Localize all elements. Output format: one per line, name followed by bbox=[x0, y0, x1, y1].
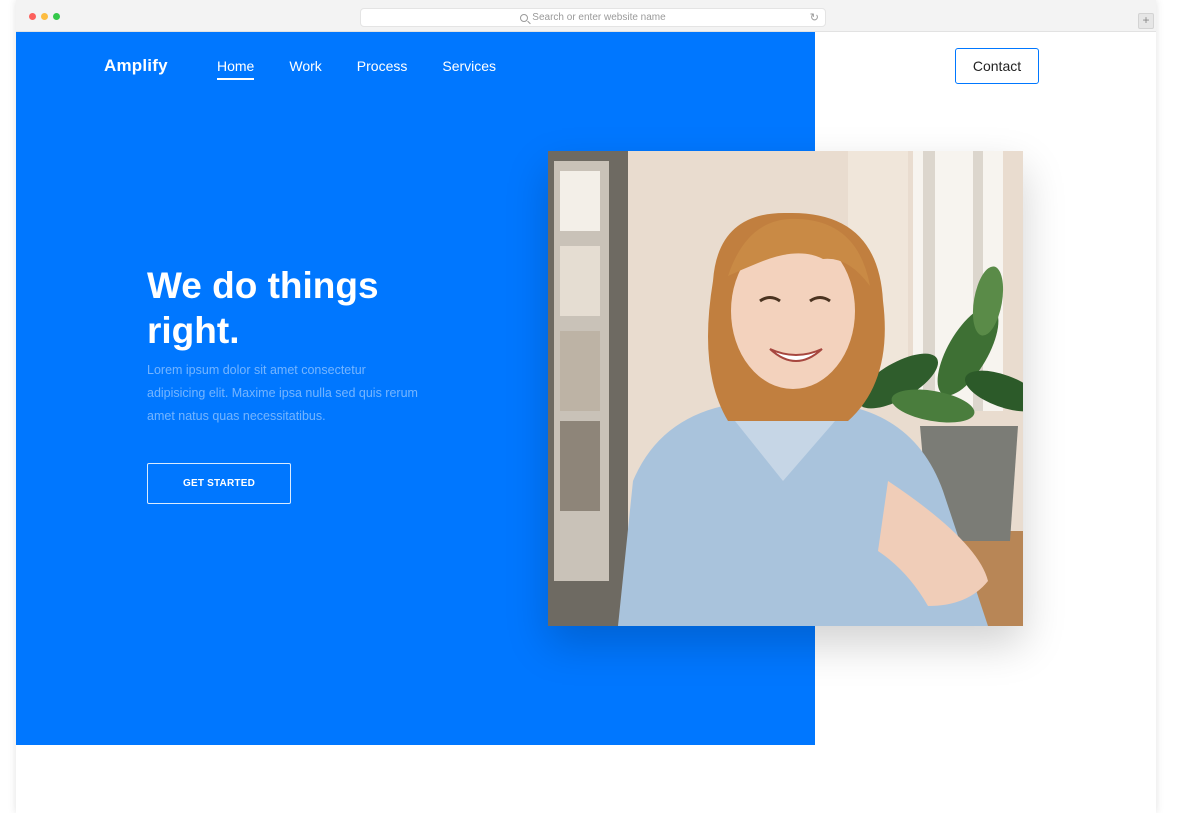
hero-photo bbox=[548, 151, 1023, 626]
search-icon bbox=[520, 13, 529, 22]
contact-button[interactable]: Contact bbox=[955, 48, 1039, 84]
browser-toolbar: Search or enter website name ↻ + bbox=[16, 0, 1156, 32]
nav-item-services[interactable]: Services bbox=[442, 58, 496, 80]
maximize-window-button[interactable] bbox=[53, 13, 60, 20]
close-window-button[interactable] bbox=[29, 13, 36, 20]
site-logo[interactable]: Amplify bbox=[104, 56, 168, 76]
minimize-window-button[interactable] bbox=[41, 13, 48, 20]
nav-item-process[interactable]: Process bbox=[357, 58, 408, 80]
address-bar[interactable]: Search or enter website name ↻ bbox=[360, 8, 826, 27]
address-bar-placeholder: Search or enter website name bbox=[532, 12, 666, 23]
hero-headline: We do things right. bbox=[147, 265, 379, 351]
get-started-button[interactable]: GET STARTED bbox=[147, 463, 291, 504]
hero-description: Lorem ipsum dolor sit amet consectetur a… bbox=[147, 363, 418, 423]
new-tab-button[interactable]: + bbox=[1138, 13, 1154, 29]
main-nav: Home Work Process Services bbox=[217, 58, 496, 80]
nav-item-home[interactable]: Home bbox=[217, 58, 255, 80]
reload-icon[interactable]: ↻ bbox=[810, 11, 819, 24]
nav-item-work[interactable]: Work bbox=[289, 58, 321, 80]
window-controls bbox=[29, 13, 60, 20]
